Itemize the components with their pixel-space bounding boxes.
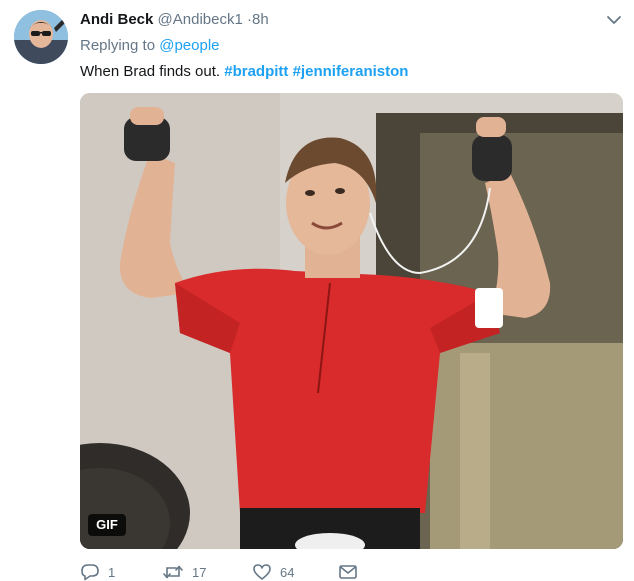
replying-to-label: Replying to xyxy=(80,37,156,54)
reply-count: 1 xyxy=(108,564,116,580)
heart-icon xyxy=(252,563,272,581)
tweet-header: Andi Beck @Andibeck1 ·8h xyxy=(80,11,269,28)
hashtag-link[interactable]: #jenniferaniston xyxy=(293,63,409,80)
tweet: Andi Beck @Andibeck1 ·8h Replying to @pe… xyxy=(0,0,634,581)
reply-button[interactable]: 1 xyxy=(80,562,115,581)
retweet-button[interactable]: 17 xyxy=(162,562,206,581)
tweet-body: When Brad finds out. xyxy=(80,63,221,80)
retweet-icon xyxy=(162,563,184,581)
gif-frame xyxy=(80,93,623,549)
reply-mention-link[interactable]: @people xyxy=(159,37,219,54)
retweet-count: 17 xyxy=(192,564,207,580)
hashtag-link[interactable]: #bradpitt xyxy=(224,63,288,80)
avatar[interactable] xyxy=(14,10,68,64)
reply-icon xyxy=(80,563,100,581)
timestamp[interactable]: 8h xyxy=(252,11,269,28)
gif-badge: GIF xyxy=(88,514,126,536)
user-handle[interactable]: @Andibeck1 xyxy=(158,11,243,28)
display-name[interactable]: Andi Beck xyxy=(80,11,153,28)
like-button[interactable]: 64 xyxy=(252,562,294,581)
direct-message-button[interactable] xyxy=(338,562,358,581)
gif-media[interactable]: GIF xyxy=(80,93,623,549)
envelope-icon xyxy=(338,564,358,580)
replying-to: Replying to @people xyxy=(80,37,220,54)
tweet-text: When Brad finds out. #bradpitt #jennifer… xyxy=(80,63,408,80)
like-count: 64 xyxy=(280,564,295,580)
chevron-down-icon[interactable] xyxy=(604,12,624,28)
